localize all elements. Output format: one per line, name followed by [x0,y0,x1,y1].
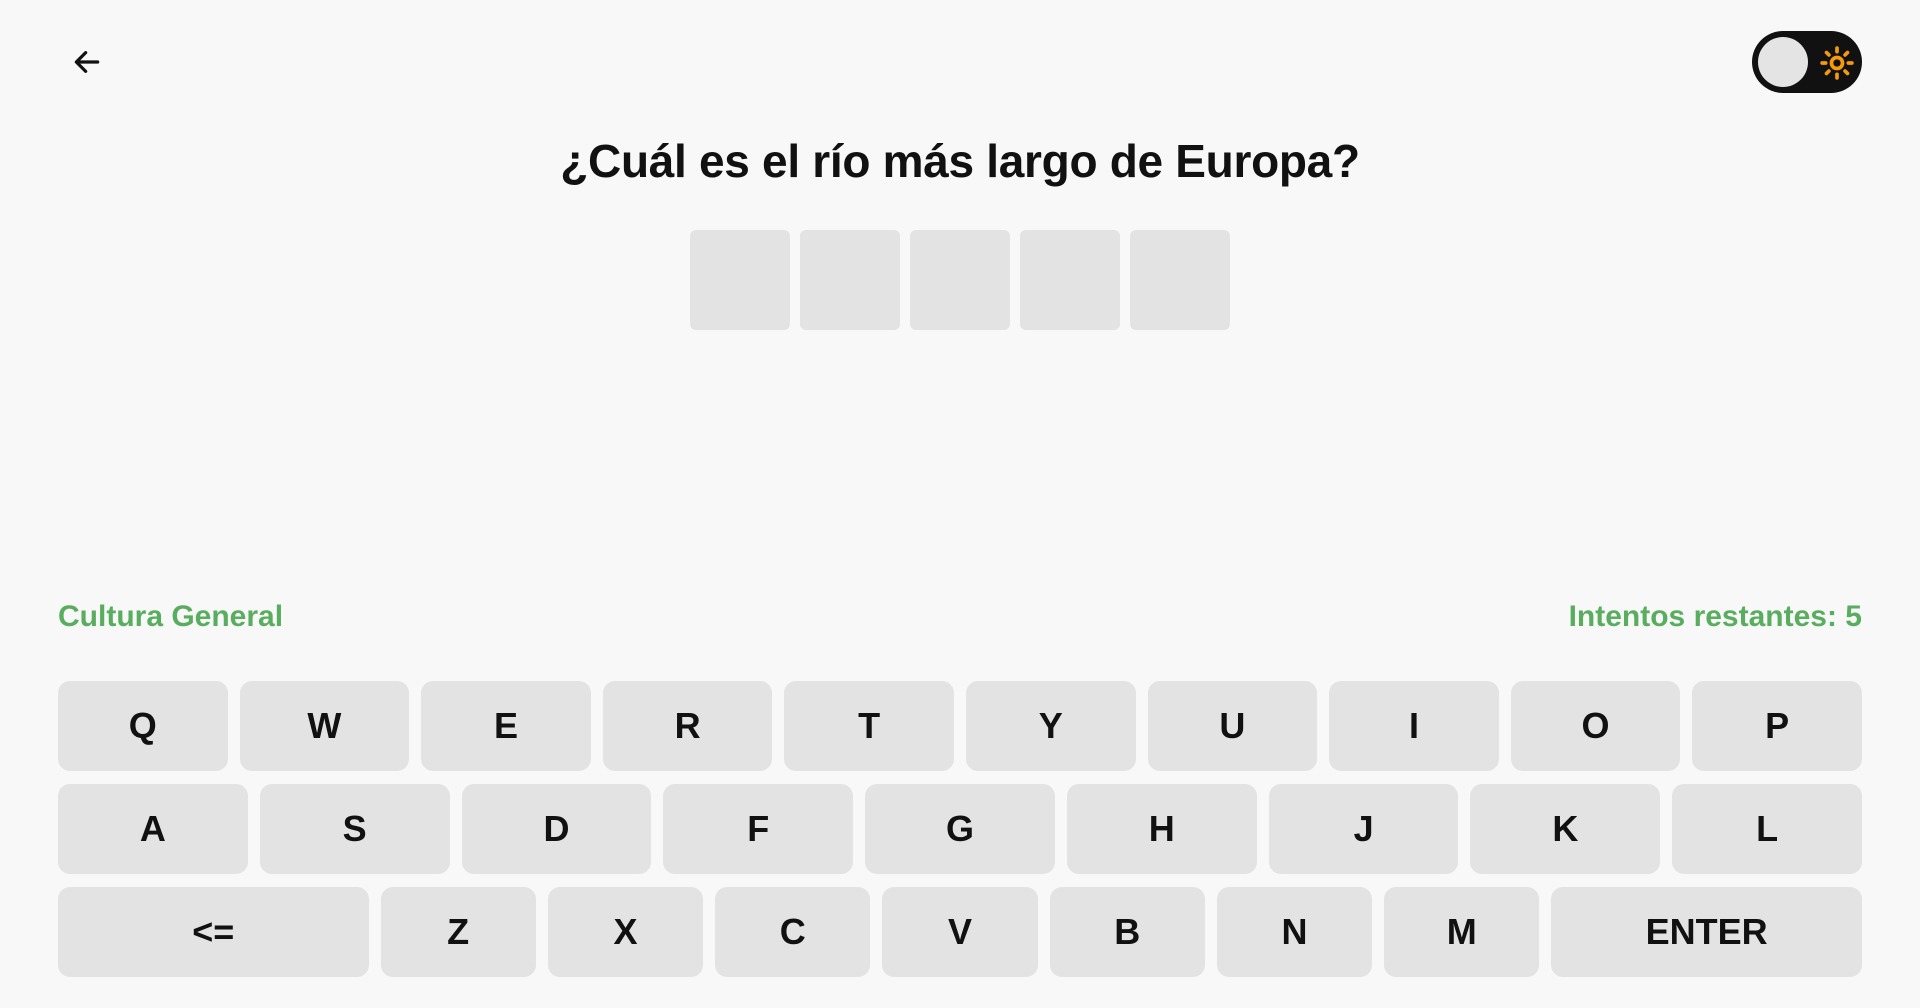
key-y[interactable]: Y [965,681,1136,771]
key-u[interactable]: U [1147,681,1318,771]
keyboard-row-3: <= Z X C V B N M ENTER [58,887,1862,977]
key-r[interactable]: R [602,681,773,771]
key-k[interactable]: K [1470,784,1661,874]
key-f[interactable]: F [663,784,854,874]
backspace-key[interactable]: <= [58,887,369,977]
answer-slot [910,230,1010,330]
back-button[interactable] [66,44,108,80]
key-g[interactable]: G [865,784,1055,874]
arrow-left-icon [74,51,100,73]
key-p[interactable]: P [1692,681,1862,771]
keyboard-row-1: Q W E R T Y U I O P [58,681,1862,771]
answer-slots [0,230,1920,330]
sun-icon [1820,46,1854,80]
key-l[interactable]: L [1672,784,1863,874]
category-label: Cultura General [58,600,284,633]
key-a[interactable]: A [58,784,248,874]
key-e[interactable]: E [421,681,591,771]
answer-slot [690,230,790,330]
key-w[interactable]: W [239,681,410,771]
toggle-knob [1758,37,1808,87]
keyboard-row-2: A S D F G H J K L [58,784,1863,874]
key-q[interactable]: Q [58,681,228,771]
answer-slot [1130,230,1230,330]
key-m[interactable]: M [1384,887,1540,977]
key-i[interactable]: I [1329,681,1499,771]
question-title: ¿Cuál es el río más largo de Europa? [560,135,1360,187]
on-screen-keyboard: Q W E R T Y U I O P A S D F G H J K L <=… [58,681,1863,990]
status-row: Cultura General Intentos restantes: 5 [58,600,1862,634]
key-j[interactable]: J [1268,784,1459,874]
key-v[interactable]: V [882,887,1038,977]
key-o[interactable]: O [1510,681,1681,771]
answer-slot [800,230,900,330]
key-d[interactable]: D [461,784,652,874]
key-c[interactable]: C [715,887,871,977]
attempts-remaining: Intentos restantes: 5 [1568,600,1862,633]
answer-slot [1020,230,1120,330]
enter-key[interactable]: ENTER [1551,887,1862,977]
key-s[interactable]: S [259,784,450,874]
key-b[interactable]: B [1049,887,1205,977]
key-z[interactable]: Z [380,887,536,977]
key-h[interactable]: H [1066,784,1257,874]
theme-toggle[interactable] [1752,31,1862,93]
key-n[interactable]: N [1216,887,1373,977]
game-screen: ¿Cuál es el río más largo de Europa? Cul… [0,0,1920,1008]
key-t[interactable]: T [784,681,954,771]
key-x[interactable]: X [547,887,704,977]
